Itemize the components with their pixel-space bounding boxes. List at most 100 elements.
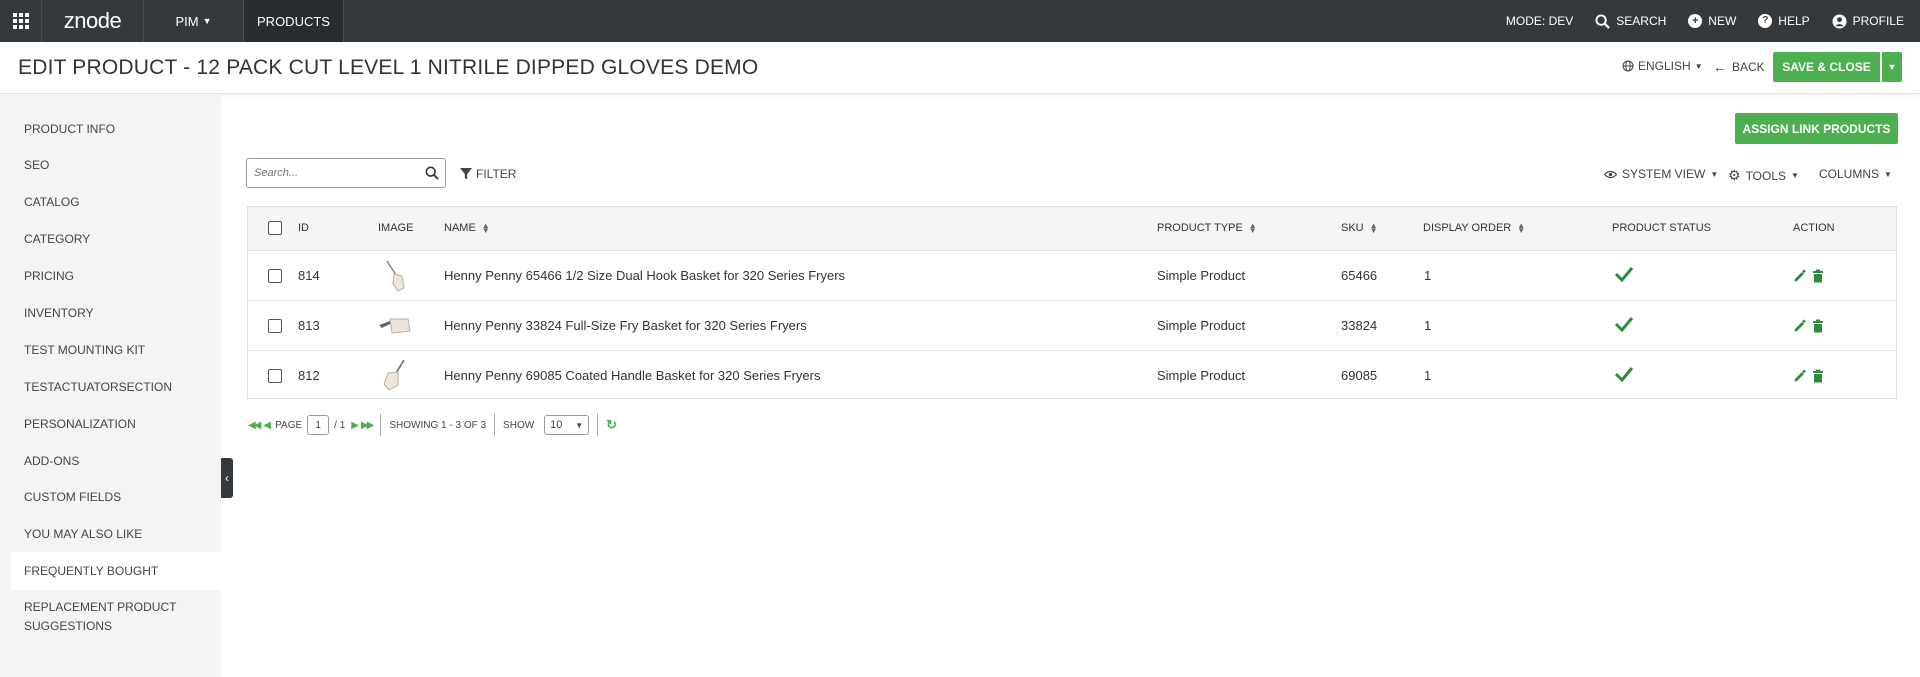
last-page-icon[interactable]: ▶▶: [361, 420, 374, 431]
filter-label: FILTER: [476, 167, 517, 181]
col-header-name[interactable]: NAME ▲ ▼: [444, 222, 490, 235]
row-checkbox[interactable]: [268, 269, 282, 283]
columns-dropdown[interactable]: COLUMNS ▼: [1819, 167, 1892, 181]
cell-id: 812: [298, 368, 320, 383]
col-header-display-order[interactable]: DISPLAY ORDER ▲ ▼: [1423, 221, 1526, 235]
delete-icon[interactable]: [1811, 369, 1825, 383]
page-size-select[interactable]: 10 ▼: [544, 415, 590, 435]
col-header-product-status: PRODUCT STATUS: [1612, 222, 1712, 234]
sidebar-item-you-may-also-like[interactable]: YOU MAY ALSO LIKE: [0, 525, 221, 544]
sidebar-item-inventory[interactable]: INVENTORY: [0, 304, 221, 323]
search-icon[interactable]: [425, 166, 439, 180]
back-label: BACK: [1732, 60, 1765, 74]
cell-sku: 33824: [1341, 318, 1378, 333]
edit-icon[interactable]: [1793, 319, 1807, 333]
divider: [494, 414, 496, 436]
row-checkbox[interactable]: [268, 319, 282, 333]
page-size-value: 10: [550, 419, 563, 431]
search-box: [246, 158, 446, 188]
app-grid-button[interactable]: [0, 0, 42, 42]
cell-product-type: Simple Product: [1157, 268, 1246, 283]
back-button[interactable]: ← BACK: [1713, 59, 1765, 75]
logo[interactable]: znode: [42, 0, 144, 42]
cell-display-order: 1: [1424, 318, 1432, 333]
system-view-dropdown[interactable]: SYSTEM VIEW ▼: [1604, 167, 1718, 181]
prev-page-icon[interactable]: ◀: [263, 420, 271, 431]
new-link[interactable]: + NEW: [1688, 14, 1736, 28]
nav-products[interactable]: PRODUCTS: [244, 0, 344, 42]
sidebar-item-pricing[interactable]: PRICING: [0, 267, 221, 286]
help-link[interactable]: ? HELP: [1758, 14, 1810, 28]
cell-display-order: 1: [1424, 268, 1432, 283]
sidebar-item-custom-fields[interactable]: CUSTOM FIELDS: [0, 488, 221, 507]
sidebar-item-add-ons[interactable]: ADD-ONS: [0, 452, 221, 471]
help-label: HELP: [1778, 14, 1810, 28]
product-thumbnail: [386, 260, 405, 292]
show-label: SHOW: [503, 419, 535, 431]
checkmark-icon: [1614, 267, 1634, 283]
profile-link[interactable]: PROFILE: [1832, 13, 1904, 29]
col-header-image: IMAGE: [378, 222, 414, 234]
plus-circle-icon: +: [1688, 14, 1703, 28]
cell-sku: 69085: [1341, 368, 1378, 383]
col-header-product-type[interactable]: PRODUCT TYPE ▲ ▼: [1157, 222, 1257, 235]
page-label: PAGE: [275, 419, 303, 431]
sidebar-item-testactuatorsection[interactable]: TESTACTUATORSECTION: [0, 378, 221, 397]
nav-pim-menu[interactable]: PIM ▼: [144, 0, 244, 42]
globe-icon: [1622, 60, 1634, 72]
edit-icon[interactable]: [1793, 269, 1807, 283]
next-page-icon[interactable]: ▶: [351, 420, 359, 431]
first-page-icon[interactable]: ◀◀: [248, 420, 261, 431]
sort-icon: ▲ ▼: [1517, 221, 1526, 235]
search-input[interactable]: [247, 159, 417, 187]
cell-sku: 65466: [1341, 268, 1378, 283]
sidebar-item-catalog[interactable]: CATALOG: [0, 193, 221, 212]
refresh-icon[interactable]: ↻: [606, 417, 617, 433]
grid-icon: [12, 13, 29, 29]
chevron-down-icon: ▼: [1694, 61, 1703, 71]
search-link[interactable]: SEARCH: [1595, 13, 1666, 29]
search-icon: [1595, 13, 1611, 29]
filter-button[interactable]: FILTER: [460, 167, 516, 181]
sidebar-item-test-mounting-kit[interactable]: TEST MOUNTING KIT: [0, 341, 221, 360]
profile-label: PROFILE: [1852, 14, 1904, 28]
select-all-checkbox[interactable]: [268, 221, 282, 235]
product-thumbnail: [379, 318, 411, 334]
gear-icon: ⚙: [1728, 167, 1741, 183]
row-checkbox[interactable]: [268, 369, 282, 383]
sort-icon: ▲ ▼: [1369, 221, 1378, 235]
tools-dropdown[interactable]: ⚙ TOOLS ▼: [1728, 167, 1799, 184]
delete-icon[interactable]: [1811, 319, 1825, 333]
sidebar-item-seo[interactable]: SEO: [0, 156, 221, 175]
sidebar-item-personalization[interactable]: PERSONALIZATION: [0, 415, 221, 434]
sidebar-item-product-info[interactable]: PRODUCT INFO: [0, 120, 221, 139]
cell-name: Henny Penny 65466 1/2 Size Dual Hook Bas…: [444, 268, 846, 283]
language-selector[interactable]: ENGLISH ▼: [1622, 59, 1703, 73]
pagination-bar: ◀◀ ◀ PAGE 1 / 1 ▶ ▶▶ SHOWING 1 - 3 OF 3 …: [248, 414, 617, 436]
help-circle-icon: ?: [1758, 14, 1773, 28]
col-header-sku[interactable]: SKU ▲ ▼: [1341, 221, 1378, 235]
nav-pim-label: PIM: [175, 13, 199, 29]
cell-id: 813: [298, 318, 320, 333]
filter-icon: [460, 168, 472, 180]
sidebar-collapse-toggle[interactable]: ‹: [221, 458, 233, 498]
sidebar-item-frequently-bought[interactable]: FREQUENTLY BOUGHT: [11, 552, 221, 590]
nav-right: MODE: DEV SEARCH + NEW ? HELP PROFILE: [1506, 0, 1920, 42]
mode-indicator: MODE: DEV: [1505, 14, 1574, 28]
edit-icon[interactable]: [1793, 369, 1807, 383]
save-options-dropdown[interactable]: ▼: [1882, 52, 1902, 82]
sidebar-item-category[interactable]: CATEGORY: [0, 230, 221, 249]
cell-display-order: 1: [1424, 368, 1432, 383]
system-view-label: SYSTEM VIEW: [1622, 167, 1706, 181]
chevron-down-icon: ▼: [202, 16, 212, 26]
save-close-button[interactable]: SAVE & CLOSE: [1773, 52, 1880, 82]
chevron-down-icon: ▼: [1884, 169, 1892, 179]
delete-icon[interactable]: [1811, 269, 1825, 283]
table-row: 814 Henny Penny 65466 1/2 Size Dual Hook…: [248, 251, 1896, 301]
col-header-product-type-label: PRODUCT TYPE: [1157, 222, 1243, 234]
assign-link-products-button[interactable]: ASSIGN LINK PRODUCTS: [1735, 113, 1898, 144]
page-number-input[interactable]: 1: [307, 415, 330, 435]
chevron-down-icon: ▼: [1887, 62, 1897, 72]
sidebar-item-replacement-product-suggestions[interactable]: REPLACEMENT PRODUCT SUGGESTIONS: [0, 598, 221, 636]
user-circle-icon: [1832, 13, 1847, 29]
